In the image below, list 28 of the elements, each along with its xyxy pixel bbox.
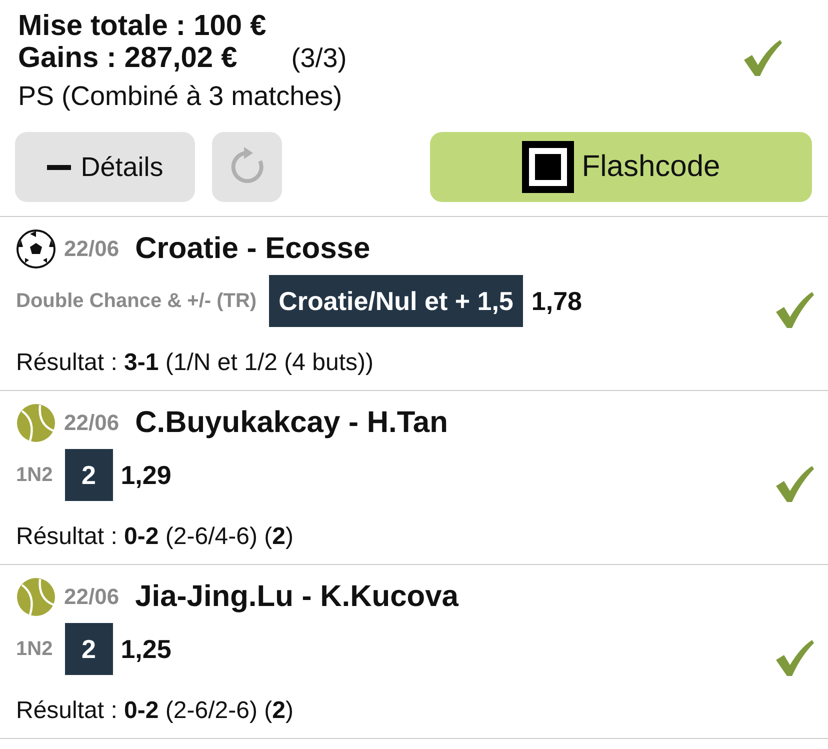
- odds: 1,78: [531, 286, 582, 316]
- tennis-ball-icon: [16, 403, 56, 443]
- odds: 1,25: [120, 634, 172, 664]
- bet-type: PS (Combiné à 3 matches): [18, 80, 344, 113]
- match-result: Résultat : 0-2 (2-6/4-6) (2): [16, 523, 294, 551]
- selection: 2: [64, 449, 113, 501]
- match-date: 22/06: [64, 236, 120, 262]
- match-date: 22/06: [64, 410, 120, 436]
- selection: Croatie/Nul et + 1,5: [268, 275, 524, 327]
- match-count: (3/3): [291, 43, 347, 74]
- total-stake: Mise totale : 100 €: [18, 10, 268, 42]
- match-date: 22/06: [64, 584, 120, 610]
- flashcode-button[interactable]: Flashcode: [430, 132, 812, 202]
- odds: 1,29: [120, 460, 172, 490]
- match-result: Résultat : 3-1 (1/N et 1/2 (4 buts)): [16, 349, 374, 377]
- winnings: Gains : 287,02 €: [18, 42, 238, 74]
- tennis-ball-icon: [16, 577, 56, 617]
- match-teams: Croatie - Ecosse: [135, 232, 370, 266]
- refresh-button[interactable]: [212, 132, 282, 202]
- market-label: Double Chance & +/- (TR): [16, 290, 257, 312]
- match-teams: C.Buyukakcay - H.Tan: [135, 406, 448, 440]
- match-teams: Jia-Jing.Lu - K.Kucova: [135, 580, 458, 614]
- market-label: 1N2: [16, 464, 53, 486]
- selection: 2: [64, 623, 113, 675]
- soccer-ball-icon: [16, 229, 56, 269]
- market-label: 1N2: [16, 638, 53, 660]
- match-result: Résultat : 0-2 (2-6/2-6) (2): [16, 697, 294, 725]
- details-button[interactable]: Détails: [15, 132, 195, 202]
